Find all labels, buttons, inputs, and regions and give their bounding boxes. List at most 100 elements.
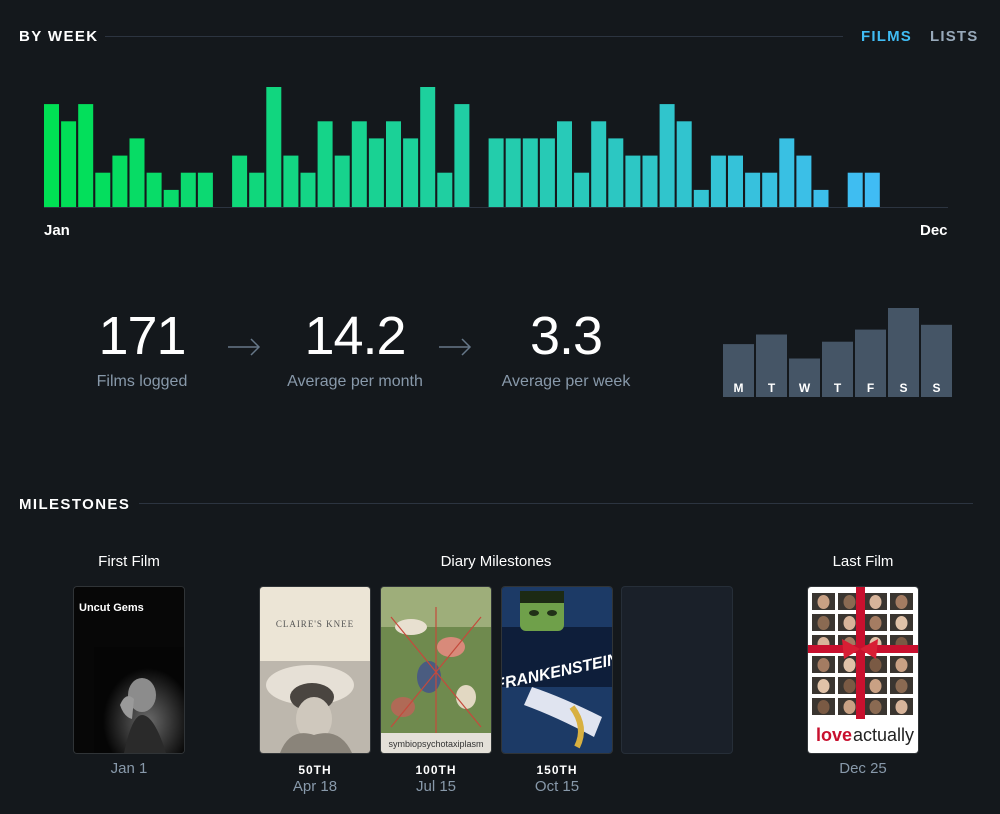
- week-bar[interactable]: [437, 172, 453, 207]
- milestone-date: Oct 15: [534, 778, 580, 795]
- milestone-date: Jul 15: [415, 778, 457, 795]
- poster-art: symbiopsychotaxiplasm: [381, 587, 491, 753]
- stat-label: Average per month: [287, 373, 423, 390]
- week-bar[interactable]: [591, 121, 607, 207]
- week-bar[interactable]: [266, 87, 282, 207]
- week-bar[interactable]: [61, 121, 77, 207]
- stat-value: 171: [98, 306, 186, 366]
- week-bar[interactable]: [488, 138, 504, 207]
- week-bar[interactable]: [351, 121, 367, 207]
- poster-face: [843, 658, 856, 672]
- week-bar[interactable]: [232, 155, 248, 207]
- week-bar[interactable]: [403, 138, 419, 207]
- milestone-rank: 100TH: [415, 763, 457, 777]
- week-bar[interactable]: [163, 189, 179, 207]
- week-bar[interactable]: [44, 104, 59, 207]
- first-film-date: Jan 1: [110, 760, 148, 777]
- stat-average-per-month: 14.2 Average per month: [255, 305, 455, 391]
- chart-end-label: Dec: [920, 222, 948, 239]
- week-bar[interactable]: [78, 104, 94, 207]
- week-bar[interactable]: [522, 138, 538, 207]
- milestone-rank: 50TH: [298, 763, 332, 777]
- week-bar[interactable]: [779, 138, 795, 207]
- day-bar[interactable]: [789, 358, 820, 398]
- week-bar[interactable]: [710, 155, 726, 207]
- week-bar[interactable]: [847, 172, 863, 207]
- week-bar[interactable]: [386, 121, 401, 207]
- week-bar[interactable]: [728, 155, 743, 207]
- week-bar[interactable]: [283, 155, 299, 207]
- poster-art: FRANKENSTEIN: [502, 587, 612, 753]
- stat-value: 3.3: [529, 306, 603, 366]
- week-bar[interactable]: [642, 155, 658, 207]
- week-bar[interactable]: [334, 155, 350, 207]
- week-bar[interactable]: [608, 138, 624, 207]
- poster-face: [869, 700, 882, 714]
- poster-face: [817, 700, 830, 714]
- week-bar[interactable]: [745, 172, 761, 207]
- day-bar[interactable]: [855, 329, 886, 397]
- week-bar[interactable]: [129, 138, 145, 207]
- week-bar[interactable]: [180, 172, 196, 207]
- first-film-heading: First Film: [98, 553, 160, 570]
- poster-title-text: Uncut Gems: [79, 602, 144, 614]
- week-bar[interactable]: [112, 155, 128, 207]
- poster-face: [895, 700, 908, 714]
- day-label: T: [834, 381, 842, 395]
- week-bar[interactable]: [454, 104, 470, 207]
- day-label: T: [768, 381, 776, 395]
- poster-milestone-150[interactable]: FRANKENSTEIN: [502, 587, 612, 753]
- week-bar[interactable]: [693, 189, 709, 207]
- poster-face: [869, 658, 882, 672]
- stat-films-logged: 171 Films logged: [42, 305, 242, 391]
- day-bar[interactable]: [756, 334, 787, 398]
- poster-face: [895, 679, 908, 693]
- milestone-date: Apr 18: [292, 778, 338, 795]
- weekly-films-chart: [44, 87, 948, 208]
- last-film-date: Dec 25: [839, 760, 887, 777]
- poster-first-film[interactable]: Uncut Gems: [74, 587, 184, 753]
- poster-art: Uncut Gems: [74, 587, 184, 753]
- week-bar[interactable]: [420, 87, 436, 207]
- poster-art: CLAIRE'S KNEE: [260, 587, 370, 753]
- week-bar[interactable]: [813, 189, 829, 207]
- stat-average-per-week: 3.3 Average per week: [466, 305, 666, 391]
- poster-face: [869, 679, 882, 693]
- poster-title-text: love: [816, 725, 852, 745]
- day-bar[interactable]: [888, 308, 919, 397]
- poster-title-text: actually: [853, 725, 914, 745]
- day-bar[interactable]: [723, 344, 754, 397]
- milestone-rank: 150TH: [536, 763, 578, 777]
- day-bar[interactable]: [822, 341, 853, 397]
- poster-last-film[interactable]: love actually: [808, 587, 918, 753]
- poster-title-text: symbiopsychotaxiplasm: [388, 739, 483, 749]
- poster-face: [843, 679, 856, 693]
- week-bar[interactable]: [95, 172, 111, 207]
- chart-start-label: Jan: [44, 222, 70, 239]
- stat-value: 14.2: [304, 306, 406, 366]
- week-bar[interactable]: [300, 172, 316, 207]
- week-bar[interactable]: [146, 172, 162, 207]
- poster-milestone-50[interactable]: CLAIRE'S KNEE: [260, 587, 370, 753]
- poster-placeholder: [622, 587, 732, 753]
- poster-milestone-100[interactable]: symbiopsychotaxiplasm: [381, 587, 491, 753]
- week-bar[interactable]: [796, 155, 812, 207]
- week-bar[interactable]: [317, 121, 333, 207]
- week-bar[interactable]: [505, 138, 521, 207]
- week-bar[interactable]: [676, 121, 692, 207]
- week-bar[interactable]: [249, 172, 265, 207]
- poster-face: [817, 658, 830, 672]
- day-label: W: [799, 381, 811, 395]
- week-bar[interactable]: [539, 138, 555, 207]
- week-bar[interactable]: [368, 138, 384, 207]
- week-bar[interactable]: [864, 172, 880, 207]
- week-bar[interactable]: [557, 121, 572, 207]
- milestones-title: MILESTONES: [19, 496, 131, 513]
- week-bar[interactable]: [197, 172, 213, 207]
- week-bar[interactable]: [625, 155, 641, 207]
- week-bar[interactable]: [762, 172, 778, 207]
- day-bar[interactable]: [921, 324, 952, 397]
- week-bar[interactable]: [574, 172, 590, 207]
- poster-face: [817, 679, 830, 693]
- week-bar[interactable]: [659, 104, 675, 207]
